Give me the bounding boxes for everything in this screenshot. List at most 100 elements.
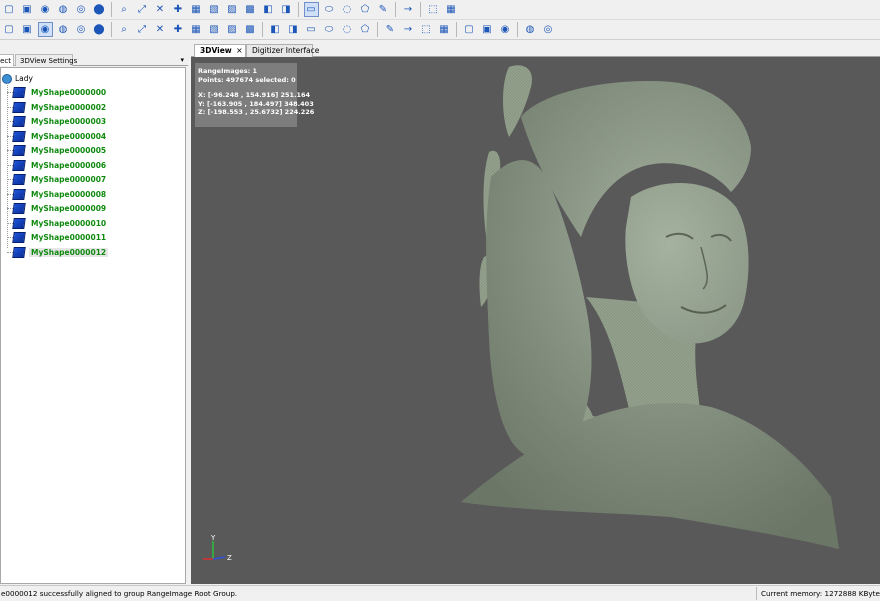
shape-icon	[12, 232, 26, 243]
vertex-icon[interactable]: ◨	[286, 22, 301, 37]
object-tree: Lady MyShape0000000 MyShape0000002 MyShape…	[0, 67, 186, 584]
y-range: Y: [-163.905 , 184.497] 348.403	[198, 99, 314, 108]
tab-3dview-settings[interactable]: 3DView Settings	[15, 54, 77, 66]
tree-item[interactable]: MyShape0000002	[7, 101, 108, 114]
smooth-icon[interactable]: ⬠	[358, 22, 373, 37]
close-icon[interactable]: ×	[236, 45, 243, 57]
rectangle-select-icon[interactable]: ▭	[303, 2, 319, 17]
tree-item[interactable]: MyShape0000004	[7, 130, 108, 143]
select-icon[interactable]: ✚	[171, 2, 186, 17]
arrow-icon[interactable]: →	[401, 2, 416, 17]
probe-icon[interactable]: ▢	[462, 22, 477, 37]
ellipse-select-icon[interactable]: ⬭	[322, 2, 337, 17]
mesh-solid-icon[interactable]: ▦	[189, 22, 204, 37]
status-bar: e0000012 successfully aligned to group R…	[0, 585, 880, 601]
tab-3dview-label: 3DView	[200, 46, 232, 55]
tree-item[interactable]: MyShape0000012	[7, 246, 109, 259]
zoom-icon[interactable]: ⌕	[117, 2, 132, 17]
z-range: Z: [-198.553 , 25.6732] 224.226	[198, 108, 315, 116]
cube-front-icon[interactable]: ▦	[189, 2, 204, 17]
scale-icon[interactable]: ⤢	[135, 22, 150, 37]
tree-item[interactable]: MyShape0000006	[7, 159, 108, 172]
tree-item[interactable]: MyShape0000010	[7, 217, 108, 230]
grid-icon[interactable]: ▦	[444, 2, 459, 17]
cursor-icon[interactable]: ▩	[243, 22, 258, 37]
panel-menu-arrow-icon[interactable]: ▾	[180, 54, 184, 66]
cut-icon[interactable]: ▨	[225, 22, 240, 37]
cube-right-icon[interactable]: ▩	[243, 2, 258, 17]
cube-top-icon[interactable]: ◧	[261, 2, 276, 17]
toolbar-separator	[111, 22, 112, 37]
tree-item[interactable]: MyShape0000008	[7, 188, 108, 201]
edge-icon[interactable]: ▭	[304, 22, 319, 37]
object-panel: ect 3DView Settings ▾ Lady MyShape000000…	[0, 41, 188, 584]
merge-icon[interactable]: →	[401, 22, 416, 37]
align-icon[interactable]: ✕	[153, 2, 168, 17]
hand-icon[interactable]: ◧	[268, 22, 283, 37]
filter-icon[interactable]: ▢	[2, 22, 17, 37]
toolbar-separator	[456, 22, 457, 37]
tree-item[interactable]: MyShape0000003	[7, 115, 108, 128]
tree-item-label: MyShape0000005	[31, 146, 107, 155]
tree-item-label: MyShape0000000	[31, 88, 107, 97]
move-icon[interactable]: ⌕	[117, 22, 132, 37]
register-icon[interactable]: ⬚	[419, 22, 434, 37]
shape-icon	[12, 246, 26, 258]
shape-icon	[12, 188, 26, 200]
main-toolbar: ▢ ▣ ◉ ◍ ◎ ⬤ ⌕ ⤢ ✕ ✚ ▦ ▧ ▨ ▩ ◧ ◨ ▭ ⬭ ◌ ⬠ ✎ → ⬚ ▦	[0, 0, 880, 20]
cloud-icon[interactable]: ◍	[523, 22, 538, 37]
tree-item-label: MyShape0000002	[31, 102, 107, 112]
3d-viewport[interactable]: RangeImages: 1 Points: 497674 selected: …	[191, 57, 880, 584]
close-icon[interactable]: ◉	[38, 2, 53, 17]
lasso-icon[interactable]: ◌	[340, 2, 355, 17]
tab-object[interactable]: ect	[0, 54, 14, 66]
left-panel-tabs: ect 3DView Settings ▾	[0, 54, 188, 66]
shape-icon	[12, 87, 26, 98]
export-icon[interactable]: ◎	[74, 2, 89, 17]
tree-item-label: MyShape0000008	[31, 189, 107, 199]
y-axis-label: Y	[210, 535, 216, 542]
tree-item[interactable]: MyShape0000000	[7, 86, 108, 99]
render-icon[interactable]: ⬤	[92, 22, 107, 37]
points-icon[interactable]: ✕	[153, 22, 168, 37]
pen-icon[interactable]: ✎	[376, 2, 391, 17]
compare-icon[interactable]: ◎	[541, 22, 556, 37]
tree-item-label: MyShape0000011	[31, 233, 107, 242]
mesh-wire-icon[interactable]: ▧	[207, 22, 222, 37]
fill-icon[interactable]: ◌	[340, 22, 355, 37]
measure-icon[interactable]: ▣	[480, 22, 495, 37]
save-icon[interactable]: ◍	[56, 2, 71, 17]
tree-item[interactable]: MyShape0000011	[7, 231, 108, 244]
shape-icon	[12, 101, 26, 113]
light-icon[interactable]: ◎	[74, 22, 89, 37]
sphere-icon[interactable]: ▣	[20, 22, 35, 37]
fit-view-icon[interactable]: ⤢	[135, 2, 150, 17]
cube-back-icon[interactable]: ▧	[207, 2, 222, 17]
new-icon[interactable]: ▢	[2, 2, 17, 17]
x-range: X: [-96.248 , 154.916] 251.164	[198, 91, 311, 99]
tree-item[interactable]: MyShape0000007	[7, 173, 108, 186]
gear-icon[interactable]: ◉	[37, 22, 53, 37]
points-count: Points: 497674 selected: 0	[198, 75, 296, 84]
mesh-icon[interactable]: ⬚	[426, 2, 441, 17]
cube-iso-icon[interactable]: ◨	[279, 2, 294, 17]
mesh-color-icon[interactable]: ✚	[171, 22, 186, 37]
decimate-icon[interactable]: ✎	[383, 22, 398, 37]
tab-3dview[interactable]: 3DView ×	[194, 44, 246, 57]
open-icon[interactable]: ▣	[20, 2, 35, 17]
polygon-select-icon[interactable]: ⬠	[358, 2, 373, 17]
tree-item[interactable]: MyShape0000009	[7, 202, 108, 215]
tab-digitizer-interface[interactable]: Digitizer Interface	[246, 44, 319, 57]
tree-item-label: MyShape0000012	[29, 247, 109, 257]
dots-icon[interactable]: ◉	[498, 22, 513, 37]
status-message: e0000012 successfully aligned to group R…	[1, 589, 238, 598]
stop-icon[interactable]: ⬤	[92, 2, 107, 17]
gear-icon	[2, 73, 12, 84]
cube-left-icon[interactable]: ▨	[225, 2, 240, 17]
tree-item[interactable]: MyShape0000005	[7, 144, 108, 157]
toolbar-separator	[111, 2, 112, 17]
camera-icon[interactable]: ◍	[56, 22, 71, 37]
scanned-bust-model[interactable]	[191, 57, 880, 584]
scan-icon[interactable]: ▦	[437, 22, 452, 37]
face-icon[interactable]: ⬭	[322, 22, 337, 37]
